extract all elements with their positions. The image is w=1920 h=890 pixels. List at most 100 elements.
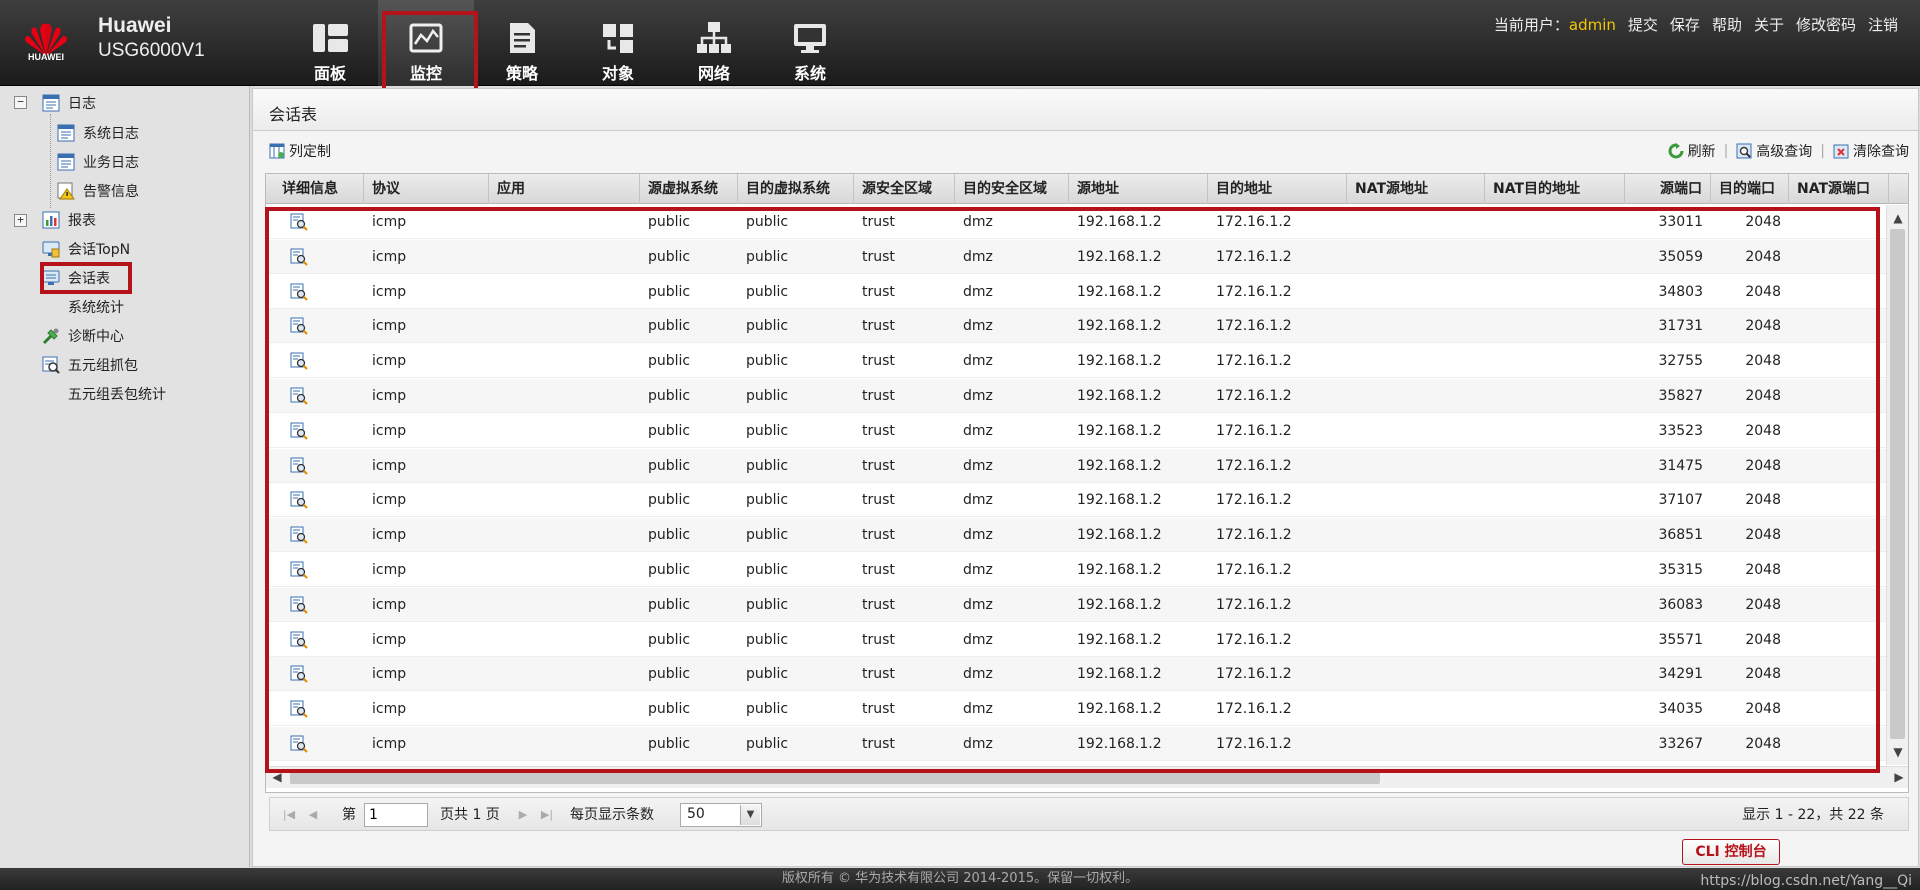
cli-console-button[interactable]: CLI 控制台 — [1682, 839, 1780, 865]
change-password-link[interactable]: 修改密码 — [1796, 14, 1856, 35]
expand-report-toggle[interactable]: + — [14, 214, 27, 227]
save-link[interactable]: 保存 — [1670, 14, 1700, 35]
col-application[interactable]: 应用 — [489, 174, 640, 204]
nav-system[interactable]: 系统 — [762, 0, 858, 86]
col-dst-zone[interactable]: 目的安全区域 — [955, 174, 1069, 204]
advanced-query-button[interactable]: 高级查询 — [1736, 141, 1812, 161]
sidebar-item-capture-label: 五元组抓包 — [68, 358, 138, 374]
per-page-label: 每页显示条数 — [570, 807, 654, 823]
watermark: https://blog.csdn.net/Yang__Qi — [1700, 873, 1912, 889]
col-dst-port[interactable]: 目的端口 — [1711, 174, 1789, 204]
sidebar-item-system-stats[interactable]: 系统统计 — [68, 297, 124, 317]
object-icon — [603, 24, 633, 53]
diagnosis-icon — [42, 328, 59, 345]
col-nat-dst-address[interactable]: NAT目的地址 — [1485, 174, 1625, 204]
col-src-port[interactable]: 源端口 — [1625, 174, 1711, 204]
col-src-vsys[interactable]: 源虚拟系统 — [640, 174, 738, 204]
sidebar-item-diagnosis[interactable]: 诊断中心 — [42, 326, 124, 346]
sidebar-item-log[interactable]: 日志 — [42, 93, 96, 113]
sidebar-item-capture[interactable]: 五元组抓包 — [42, 355, 138, 375]
clear-query-button[interactable]: 清除查询 — [1833, 141, 1909, 161]
advanced-search-icon — [1736, 143, 1752, 159]
col-detail[interactable]: 详细信息 — [266, 174, 364, 204]
toolbar-right: 刷新 | 高级查询 | 清除查询 — [1668, 141, 1909, 161]
nav-network-label: 网络 — [697, 64, 730, 83]
first-page-icon[interactable]: |◀ — [282, 808, 296, 822]
col-src-zone[interactable]: 源安全区域 — [854, 174, 955, 204]
refresh-button[interactable]: 刷新 — [1668, 141, 1716, 161]
system-icon — [794, 24, 826, 53]
copyright: 版权所有 © 华为技术有限公司 2014-2015。保留一切权利。 — [781, 871, 1139, 886]
refresh-label: 刷新 — [1687, 144, 1716, 160]
nav-policy[interactable]: 策略 — [474, 0, 570, 86]
sidebar-item-system-log[interactable]: 系统日志 — [57, 123, 139, 143]
col-dst-address[interactable]: 目的地址 — [1208, 174, 1347, 204]
current-user: 当前用户：admin — [1494, 14, 1616, 35]
vertical-scroll-thumb[interactable] — [1890, 229, 1905, 739]
prev-page-icon[interactable]: ◀ — [306, 808, 320, 822]
sidebar-item-log-label: 日志 — [68, 96, 96, 112]
log-icon — [42, 94, 60, 112]
collapse-log-toggle[interactable]: − — [14, 96, 27, 109]
clear-query-label: 清除查询 — [1853, 144, 1909, 160]
business-log-icon — [57, 153, 75, 171]
report-icon — [42, 211, 60, 229]
logout-link[interactable]: 注销 — [1868, 14, 1898, 35]
vertical-scrollbar[interactable]: ▲ ▼ — [1886, 205, 1908, 765]
table-header: 详细信息 协议 应用 源虚拟系统 目的虚拟系统 源安全区域 目的安全区域 源地址… — [266, 174, 1908, 204]
about-link[interactable]: 关于 — [1754, 14, 1784, 35]
brand-name: Huawei — [98, 14, 172, 37]
sidebar-item-system-stats-label: 系统统计 — [68, 300, 124, 316]
col-src-address[interactable]: 源地址 — [1069, 174, 1208, 204]
monitor-icon — [409, 23, 443, 53]
scroll-up-icon[interactable]: ▲ — [1891, 211, 1905, 225]
clear-query-icon — [1833, 144, 1849, 159]
separator: | — [1723, 143, 1729, 159]
refresh-icon — [1668, 143, 1684, 159]
col-nat-src-address[interactable]: NAT源地址 — [1347, 174, 1485, 204]
sidebar-item-session-topn[interactable]: 会话TopN — [42, 239, 130, 259]
column-custom-button[interactable]: 列定制 — [269, 141, 331, 161]
nav-dashboard[interactable]: 面板 — [282, 0, 378, 86]
nav-object[interactable]: 对象 — [570, 0, 666, 86]
dashboard-icon — [313, 24, 348, 52]
sidebar-item-report[interactable]: 报表 — [42, 210, 96, 230]
session-topn-icon — [42, 241, 60, 258]
sidebar-item-business-log-label: 业务日志 — [83, 155, 139, 171]
per-page-select[interactable]: 50 ▼ — [680, 803, 762, 827]
network-icon — [697, 22, 731, 53]
last-page-icon[interactable]: ▶| — [540, 808, 554, 822]
device-model: USG6000V1 — [98, 40, 205, 61]
col-protocol[interactable]: 协议 — [364, 174, 489, 204]
table-highlight-frame — [265, 207, 1880, 773]
sidebar-item-diagnosis-label: 诊断中心 — [68, 329, 124, 345]
nav-policy-label: 策略 — [505, 64, 538, 83]
scroll-right-icon[interactable]: ▶ — [1892, 770, 1906, 784]
page-total: 页共 1 页 — [440, 807, 500, 823]
page-number-input[interactable] — [364, 803, 428, 827]
sidebar-item-packet-loss-stats[interactable]: 五元组丢包统计 — [68, 384, 166, 404]
current-user-label: 当前用户： — [1493, 16, 1569, 34]
help-link[interactable]: 帮助 — [1712, 14, 1742, 35]
sidebar-item-business-log[interactable]: 业务日志 — [57, 152, 139, 172]
column-custom-label: 列定制 — [289, 144, 331, 160]
nav-network[interactable]: 网络 — [666, 0, 762, 86]
sidebar-item-packet-loss-stats-label: 五元组丢包统计 — [68, 387, 166, 403]
username: admin — [1568, 16, 1616, 34]
sidebar-item-alarm[interactable]: 告警信息 — [57, 181, 139, 201]
footer: 版权所有 © 华为技术有限公司 2014-2015。保留一切权利。 https:… — [0, 868, 1920, 890]
sidebar-item-report-label: 报表 — [68, 213, 96, 229]
col-nat-src-port[interactable]: NAT源端口 — [1789, 174, 1889, 204]
nav-dashboard-label: 面板 — [313, 64, 346, 83]
scroll-down-icon[interactable]: ▼ — [1891, 745, 1905, 759]
toolbar-left: 列定制 — [269, 141, 331, 161]
submit-link[interactable]: 提交 — [1628, 14, 1658, 35]
policy-icon — [510, 23, 535, 53]
sidebar: − 日志 系统日志 业务日志 告警信息 + 报表 会话TopN 会话表 系统统计… — [0, 86, 250, 867]
column-settings-icon — [269, 143, 285, 159]
chevron-down-icon[interactable]: ▼ — [740, 805, 760, 825]
col-dst-vsys[interactable]: 目的虚拟系统 — [738, 174, 854, 204]
nav-monitor[interactable]: 监控 — [378, 0, 478, 95]
nav-monitor-label: 监控 — [409, 64, 442, 83]
next-page-icon[interactable]: ▶ — [516, 808, 530, 822]
